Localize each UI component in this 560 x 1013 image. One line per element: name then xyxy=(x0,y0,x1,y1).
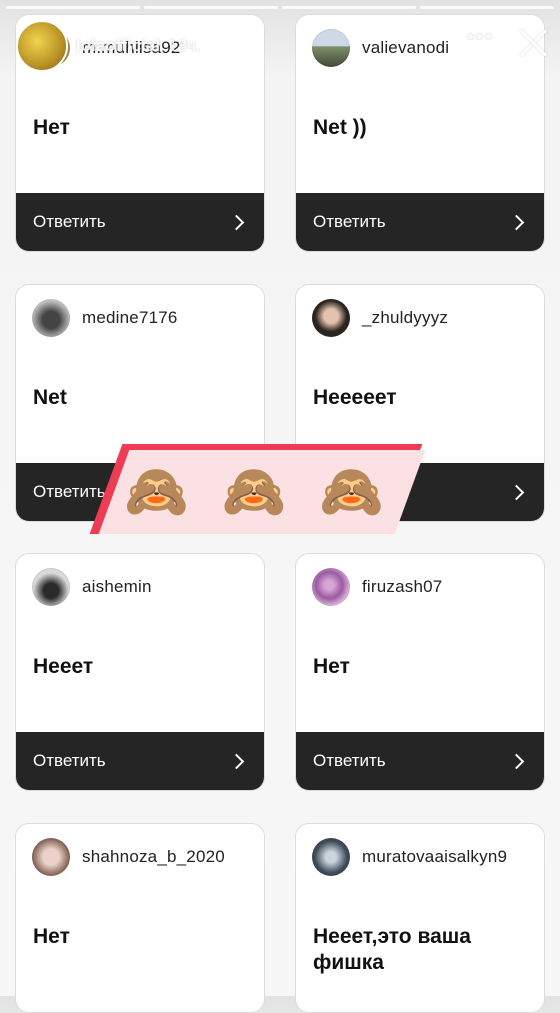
avatar xyxy=(312,299,350,337)
story-header[interactable]: lolaofficial 18ч. xyxy=(16,20,201,72)
chevron-right-icon xyxy=(508,484,525,500)
card-username: aishemin xyxy=(82,577,152,596)
chevron-right-icon xyxy=(508,214,525,230)
response-card: firuzash07 Нет Ответить xyxy=(295,553,545,791)
card-user[interactable]: valievanodi xyxy=(312,29,449,67)
avatar xyxy=(312,838,350,876)
card-username: firuzash07 xyxy=(362,577,443,596)
chevron-right-icon xyxy=(228,214,245,230)
response-card: valievanodi Net )) Ответить xyxy=(295,14,545,252)
response-card: muratovaaisalkyn9 Нееет,это ваша фишка xyxy=(295,823,545,1013)
card-username: muratovaaisalkyn9 xyxy=(362,847,508,866)
card-answer: Нет xyxy=(33,925,70,948)
close-icon[interactable] xyxy=(516,25,550,59)
avatar xyxy=(32,838,70,876)
see-no-evil-monkey-icon: 🙈 xyxy=(124,463,189,521)
monkey-sticker[interactable]: 🙈 🙈 🙈 xyxy=(86,444,426,538)
story-username: lolaofficial xyxy=(76,36,161,55)
progress-segment xyxy=(144,6,278,9)
card-user[interactable]: _zhuldyyyz xyxy=(312,299,448,337)
avatar xyxy=(32,299,70,337)
reply-button[interactable]: Ответить xyxy=(16,732,264,790)
progress-segment xyxy=(282,6,416,9)
reply-label: Ответить xyxy=(313,751,386,770)
card-user[interactable]: medine7176 xyxy=(32,299,178,337)
card-answer: Net xyxy=(33,386,67,409)
card-answer: Нееет,это ваша фишка xyxy=(313,925,471,974)
card-user[interactable]: shahnoza_b_2020 xyxy=(32,838,225,876)
chevron-right-icon xyxy=(508,753,525,769)
card-user[interactable]: aishemin xyxy=(32,568,152,606)
card-username: valievanodi xyxy=(362,38,450,57)
reply-label: Ответить xyxy=(313,212,386,231)
reply-button[interactable]: Ответить xyxy=(296,732,544,790)
see-no-evil-monkey-icon: 🙈 xyxy=(319,463,384,521)
card-username: shahnoza_b_2020 xyxy=(82,847,225,866)
story-avatar xyxy=(16,20,68,72)
story-timestamp: 18ч. xyxy=(168,36,201,55)
response-card: shahnoza_b_2020 Нет xyxy=(15,823,265,1013)
reply-label: Ответить xyxy=(33,751,106,770)
reply-button[interactable]: Ответить xyxy=(296,193,544,251)
card-username: medine7176 xyxy=(82,308,178,327)
avatar xyxy=(312,29,350,67)
card-answer: Нееет xyxy=(33,655,94,678)
card-answer: Нет xyxy=(33,116,70,139)
card-answer: Net )) xyxy=(313,116,367,139)
avatar xyxy=(32,568,70,606)
progress-segment xyxy=(6,6,140,9)
card-user[interactable]: muratovaaisalkyn9 xyxy=(312,838,507,876)
chevron-right-icon xyxy=(228,753,245,769)
card-user[interactable]: firuzash07 xyxy=(312,568,442,606)
sticker-emoji-row: 🙈 🙈 🙈 xyxy=(124,462,384,522)
more-options-icon[interactable] xyxy=(468,34,491,39)
avatar xyxy=(312,568,350,606)
see-no-evil-monkey-icon: 🙈 xyxy=(221,463,287,521)
card-answer: Нееееет xyxy=(313,386,397,409)
reply-button[interactable]: Ответить xyxy=(16,193,264,251)
card-username: _zhuldyyyz xyxy=(362,308,449,327)
card-answer: Нет xyxy=(313,655,350,678)
response-card: aishemin Нееет Ответить xyxy=(15,553,265,791)
story-progress-bar xyxy=(6,6,554,9)
progress-segment xyxy=(420,6,554,9)
reply-label: Ответить xyxy=(33,212,106,231)
